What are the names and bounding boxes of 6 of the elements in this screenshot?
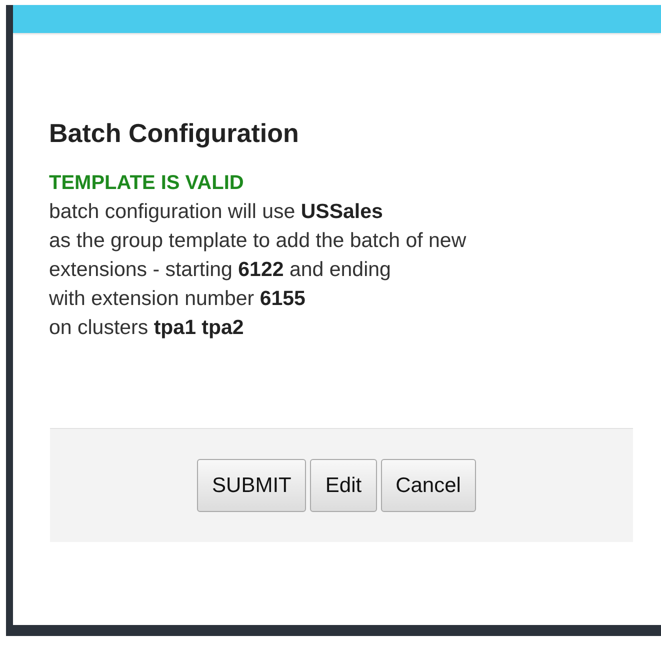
dialog-button[interactable]: Edit xyxy=(310,459,377,512)
status-text: TEMPLATE IS VALID xyxy=(49,171,245,196)
dialog-button[interactable]: Cancel xyxy=(380,459,476,512)
dialog-title: Batch Configuration xyxy=(49,117,300,149)
dialog-button[interactable]: SUBMIT xyxy=(197,459,306,512)
message-text: batch configuration will use USSales as the group template to add the batch of new extensions - starting 6122 and ending with extension number 6155 on clusters tpa1 tpa2 xyxy=(49,199,468,341)
